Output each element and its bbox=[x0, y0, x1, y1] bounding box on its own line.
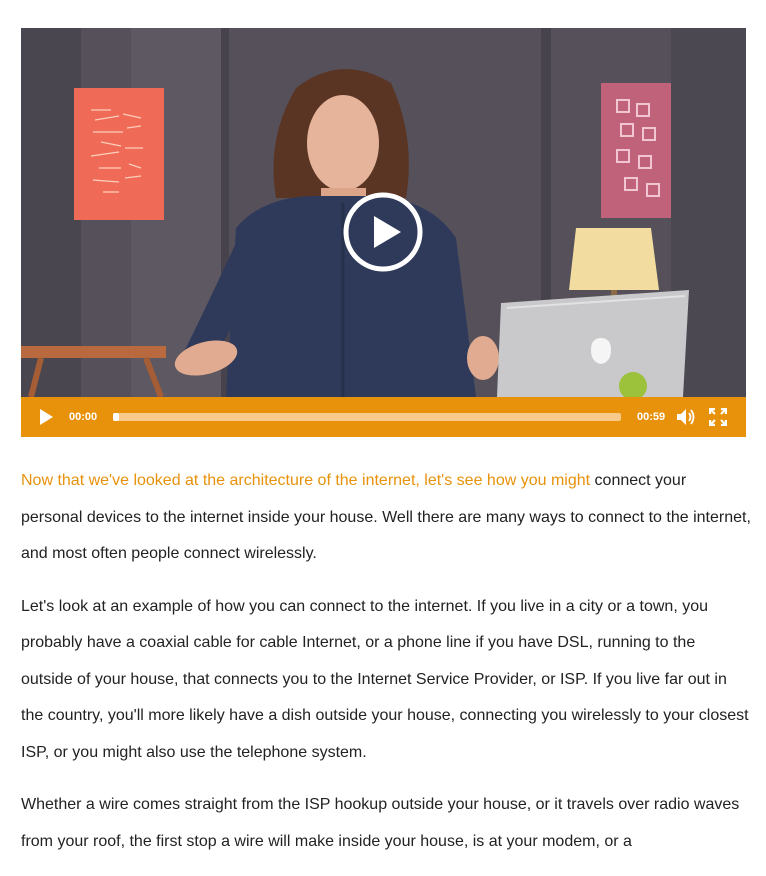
table bbox=[21, 346, 166, 358]
volume-icon bbox=[677, 409, 695, 425]
progress-fill bbox=[113, 413, 119, 421]
play-button[interactable] bbox=[33, 397, 59, 437]
current-time: 00:00 bbox=[69, 411, 98, 423]
transcript: Now that we've looked at the architectur… bbox=[21, 463, 751, 876]
lamp bbox=[569, 228, 659, 290]
play-circle-icon bbox=[343, 192, 423, 272]
poster-left bbox=[74, 88, 164, 220]
duration: 00:59 bbox=[637, 411, 666, 423]
big-play-button[interactable] bbox=[343, 192, 423, 272]
transcript-paragraph: Now that we've looked at the architectur… bbox=[21, 463, 751, 573]
volume-button[interactable] bbox=[673, 397, 699, 437]
video-player[interactable]: 00:00 00:59 bbox=[21, 28, 746, 437]
transcript-paragraph: Whether a wire comes straight from the I… bbox=[21, 796, 740, 850]
play-icon bbox=[40, 409, 53, 425]
transcript-highlight[interactable]: Now that we've looked at the architectur… bbox=[21, 472, 590, 489]
fullscreen-icon bbox=[709, 408, 727, 426]
transcript-paragraph: Let's look at an example of how you can … bbox=[21, 597, 749, 761]
fullscreen-button[interactable] bbox=[705, 397, 731, 437]
progress-bar[interactable] bbox=[113, 413, 621, 421]
video-controls: 00:00 00:59 bbox=[21, 397, 746, 437]
